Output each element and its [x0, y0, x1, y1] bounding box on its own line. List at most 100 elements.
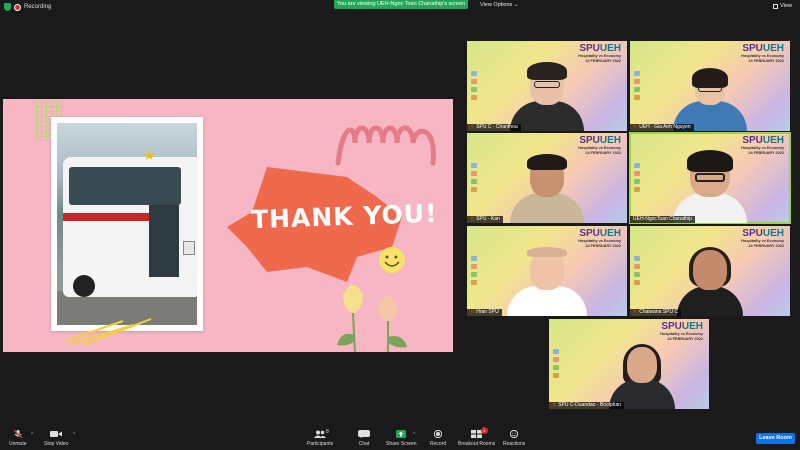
event-logo: SPUUEH Hospitality vs Economy 24 FEBRUAR…	[578, 229, 621, 249]
participant-video	[507, 247, 587, 316]
bus-photo: ★	[57, 123, 197, 325]
logo-brand-b: UEH	[762, 43, 784, 54]
participant-video	[510, 154, 584, 223]
participant-name: ✕ UEH - Gia Anh Nguyen	[630, 124, 694, 131]
recording-dot-icon	[14, 3, 21, 11]
participant-tile[interactable]: SPUUEH Hospitality vs Economy 24 FEBRUAR…	[467, 41, 627, 131]
bus-illustration	[63, 157, 197, 297]
mic-muted-icon: ✕	[552, 402, 557, 408]
participant-video	[673, 150, 747, 223]
video-options-caret[interactable]: ^	[73, 432, 75, 438]
side-icons	[634, 71, 640, 100]
logo-brand-a: SPU	[742, 228, 763, 239]
view-label: View	[780, 3, 792, 9]
participant-name: ✕ Chaiwana SPU C	[630, 309, 682, 316]
participants-icon	[314, 430, 327, 438]
top-bar: Recording You are viewing UEH-Ngoc Toan …	[0, 0, 800, 14]
participant-name: ✕ SPU - Kan	[467, 216, 503, 223]
logo-brand-a: SPU	[579, 228, 600, 239]
mic-muted-icon: ✕	[470, 309, 475, 315]
side-icons	[471, 71, 477, 100]
shared-screen[interactable]: ★ THANK YOU!	[3, 99, 453, 352]
participant-tile-active[interactable]: SPUUEH Hospitality vs Economy 24 FEBRUAR…	[629, 132, 791, 224]
stop-video-label: Stop Video	[44, 441, 69, 447]
security-shield-icon[interactable]	[4, 3, 11, 11]
chevron-down-icon: ⌄	[513, 2, 519, 8]
reactions-smiley-icon	[510, 430, 519, 438]
unmute-label: Unmute	[9, 441, 27, 447]
video-camera-icon	[50, 431, 63, 437]
leave-room-button[interactable]: Leave Room	[756, 433, 795, 444]
chat-label: Chat	[358, 441, 370, 447]
grid-view-icon	[773, 3, 779, 9]
logo-brand-b: UEH	[599, 228, 621, 239]
participants-label: Participants	[307, 441, 334, 447]
logo-date: 24 FEBRUARY 2022	[667, 337, 703, 341]
event-logo: SPUUEH Hospitality vs Economy 24 FEBRUAR…	[741, 229, 784, 249]
mic-muted-icon: ✕	[633, 309, 638, 315]
participants-count: 8	[326, 429, 329, 435]
logo-brand-a: SPU	[742, 43, 763, 54]
recording-label: Recording	[24, 4, 52, 10]
participant-tile[interactable]: SPUUEH Hospitality vs Economy 24 FEBRUAR…	[630, 41, 790, 131]
logo-date: 24 FEBRUARY 2022	[748, 59, 784, 63]
event-logo: SPUUEH Hospitality vs Economy 24 FEBRUAR…	[578, 136, 621, 156]
side-icons	[471, 163, 477, 192]
logo-date: 24 FEBRUARY 2022	[585, 151, 621, 155]
view-options-label: View Options	[480, 2, 513, 8]
reactions-button[interactable]: Reactions	[503, 430, 525, 447]
side-icons	[634, 163, 640, 192]
participant-tile[interactable]: SPUUEH Hospitality vs Economy 24 FEBRUAR…	[467, 133, 627, 223]
viewing-screen-banner: You are viewing UEH-Ngoc Toan Chanathip'…	[334, 0, 468, 9]
logo-brand-b: UEH	[762, 135, 784, 146]
record-button[interactable]: Record	[430, 430, 446, 447]
logo-brand-a: SPU	[742, 135, 763, 146]
smiley-icon	[379, 247, 405, 273]
share-screen-icon	[396, 430, 407, 438]
recording-indicator[interactable]: Recording	[4, 3, 51, 11]
breakout-rooms-button[interactable]: 1 Breakout Rooms	[458, 427, 495, 447]
tulip-flowers	[337, 285, 407, 352]
participant-name: ✕ Hran SPU	[467, 309, 502, 316]
chat-bubble-icon	[358, 430, 370, 438]
participant-name: UEH-NgocToan Chanathip	[630, 216, 695, 223]
logo-brand-b: UEH	[599, 135, 621, 146]
participant-tile[interactable]: SPUUEH Hospitality vs Economy 24 FEBRUAR…	[549, 319, 709, 409]
logo-date: 24 FEBRUARY 2022	[585, 59, 621, 63]
side-icons	[553, 349, 559, 378]
logo-brand-a: SPU	[579, 135, 600, 146]
participant-video	[677, 247, 743, 316]
logo-brand-b: UEH	[681, 321, 703, 332]
meeting-toolbar: Unmute ^ Stop Video ^ Participants 8 Cha…	[0, 424, 800, 450]
participant-tile[interactable]: SPUUEH Hospitality vs Economy 24 FEBRUAR…	[467, 226, 627, 316]
participants-button[interactable]: Participants	[307, 430, 333, 447]
unmute-button[interactable]: Unmute	[9, 430, 27, 447]
logo-date: 24 FEBRUARY 2022	[748, 151, 784, 155]
reactions-label: Reactions	[503, 441, 526, 447]
notification-badge: 1	[480, 427, 488, 434]
mic-muted-icon: ✕	[633, 124, 638, 130]
logo-date: 24 FEBRUARY 2022	[585, 244, 621, 248]
bus-photo-frame: ★	[51, 117, 203, 331]
chat-button[interactable]: Chat	[358, 430, 370, 447]
share-screen-label: Share Screen	[386, 441, 417, 447]
star-icon: ★	[143, 147, 156, 163]
logo-brand-a: SPU	[579, 43, 600, 54]
mic-muted-icon: ✕	[470, 216, 475, 222]
event-logo: SPUUEH Hospitality vs Economy 24 FEBRUAR…	[660, 322, 703, 342]
participant-name: ✕ SPU C - Chanthou	[467, 124, 521, 131]
logo-brand-b: UEH	[762, 228, 784, 239]
view-options-button[interactable]: View Options ⌄	[480, 2, 518, 8]
stop-video-button[interactable]: Stop Video	[44, 430, 68, 447]
mic-muted-icon: ✕	[470, 124, 475, 130]
participant-video	[608, 344, 675, 409]
event-logo: SPUUEH Hospitality vs Economy 24 FEBRUAR…	[578, 44, 621, 64]
side-icons	[471, 256, 477, 285]
participant-tile[interactable]: SPUUEH Hospitality vs Economy 24 FEBRUAR…	[630, 226, 790, 316]
view-button[interactable]: View	[773, 3, 792, 9]
share-options-caret[interactable]: ^	[413, 432, 415, 438]
participant-video	[673, 68, 747, 131]
audio-options-caret[interactable]: ^	[31, 432, 33, 438]
share-screen-button[interactable]: Share Screen	[386, 430, 417, 447]
logo-brand-b: UEH	[599, 43, 621, 54]
